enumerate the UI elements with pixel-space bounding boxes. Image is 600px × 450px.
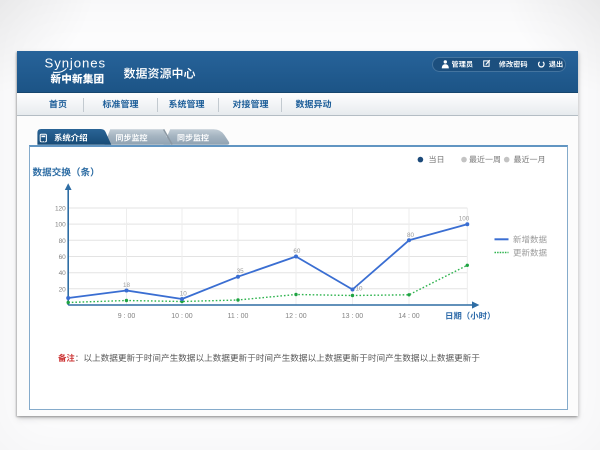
svg-text:120: 120 (55, 206, 66, 213)
svg-text:80: 80 (407, 232, 415, 239)
svg-text:11 : 00: 11 : 00 (228, 313, 249, 320)
svg-text:10: 10 (180, 290, 188, 297)
svg-text:80: 80 (59, 238, 67, 245)
svg-text:60: 60 (59, 254, 67, 261)
svg-text:60: 60 (293, 248, 301, 255)
svg-text:12 : 00: 12 : 00 (285, 313, 307, 320)
svg-text:10 : 00: 10 : 00 (171, 313, 193, 320)
svg-text:20: 20 (59, 286, 67, 293)
svg-text:18: 18 (123, 282, 131, 289)
svg-text:13 : 00: 13 : 00 (342, 313, 364, 320)
svg-text:100: 100 (459, 216, 470, 223)
svg-text:14 : 00: 14 : 00 (398, 313, 420, 320)
svg-text:9 : 00: 9 : 00 (118, 313, 136, 320)
svg-text:10: 10 (355, 286, 363, 293)
svg-text:40: 40 (59, 270, 67, 277)
svg-text:35: 35 (237, 268, 245, 275)
svg-text:100: 100 (55, 222, 66, 229)
svg-text:Synjones: Synjones (45, 56, 106, 71)
